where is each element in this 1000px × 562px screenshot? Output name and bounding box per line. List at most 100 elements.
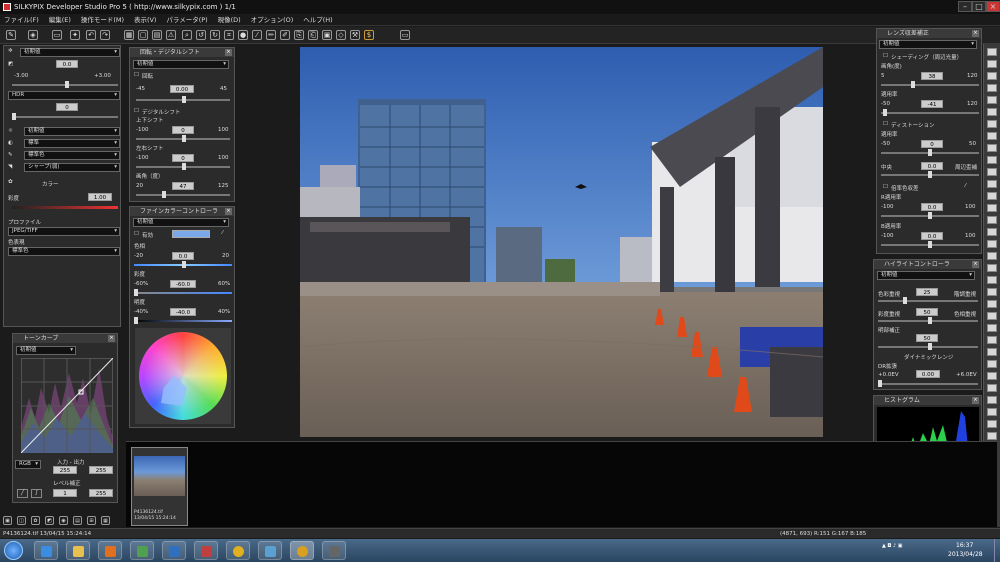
batch-icon[interactable]: ◇ — [336, 30, 346, 40]
warning-icon[interactable]: ⚠ — [166, 30, 176, 40]
saturation-value[interactable]: 1.00 — [88, 193, 112, 201]
strip-g-icon[interactable] — [987, 120, 997, 128]
tool-icon[interactable]: ⚒ — [350, 30, 360, 40]
strip-s-icon[interactable] — [987, 264, 997, 272]
hl-dark-value[interactable]: 50 — [916, 334, 938, 342]
strip-m-icon[interactable] — [987, 192, 997, 200]
crop-icon[interactable]: ⌗ — [224, 30, 234, 40]
zoom-icon[interactable]: ⌕ — [182, 30, 192, 40]
hl-color-value[interactable]: 25 — [916, 288, 938, 296]
dropper-icon[interactable]: ⁄ — [252, 30, 262, 40]
fine-dropper-icon[interactable]: ⁄ — [222, 230, 223, 236]
strip-ad-icon[interactable] — [987, 396, 997, 404]
redo-icon[interactable]: ↷ — [100, 30, 110, 40]
undo-icon[interactable]: ↶ — [86, 30, 96, 40]
rotate-left-icon[interactable]: ↺ — [196, 30, 206, 40]
maximize-button[interactable]: □ — [972, 1, 986, 12]
stamp-icon[interactable]: ✦ — [70, 30, 80, 40]
menu-file[interactable]: ファイル(F) — [0, 14, 43, 26]
taskbar-media[interactable] — [98, 541, 122, 560]
taskbar-explorer[interactable] — [66, 541, 90, 560]
wb-select[interactable]: 初期値 — [24, 127, 120, 136]
paste-icon[interactable]: ⎗ — [308, 30, 318, 40]
fine-color-preset[interactable]: 初期値 — [133, 218, 229, 227]
panel-close-icon[interactable]: × — [225, 49, 232, 56]
rotate-checkbox[interactable]: ☐ — [134, 72, 139, 78]
ud-shift-value[interactable]: 0 — [172, 126, 194, 134]
level-high-value[interactable]: 255 — [89, 489, 113, 497]
minimize-button[interactable]: – — [958, 1, 972, 12]
strip-r-icon[interactable] — [987, 252, 997, 260]
tone-channel-select[interactable]: RGB — [15, 460, 41, 469]
fullscreen-icon[interactable]: ▭ — [400, 30, 410, 40]
taskbar-ie[interactable] — [34, 541, 58, 560]
hl-dark-slider[interactable] — [878, 343, 978, 350]
menu-parameter[interactable]: パラメータ(P) — [162, 14, 211, 26]
strip-a-icon[interactable] — [987, 48, 997, 56]
fine-bri-value[interactable]: -40.0 — [170, 308, 196, 316]
taskbar-monitor[interactable] — [162, 541, 186, 560]
spot-icon[interactable]: ● — [238, 30, 248, 40]
curve-line-icon[interactable]: ╱ — [17, 489, 28, 498]
shading-checkbox[interactable]: ☐ — [883, 53, 888, 59]
angle-value[interactable]: 47 — [172, 182, 194, 190]
develop-icon[interactable]: $ — [364, 30, 374, 40]
panel-close-icon[interactable]: × — [972, 261, 979, 268]
hue-slider[interactable] — [134, 261, 232, 268]
strip-h-icon[interactable] — [987, 132, 997, 140]
menu-mode[interactable]: 操作モード(M) — [77, 14, 128, 26]
taskbar-photo[interactable] — [194, 541, 218, 560]
rotate-preset[interactable]: 初期値 — [133, 60, 229, 69]
open-folder-icon[interactable]: ▭ — [52, 30, 62, 40]
clock-date[interactable]: 2013/04/28 — [948, 551, 983, 558]
panel-close-icon[interactable]: × — [108, 335, 115, 342]
menu-option[interactable]: オプション(O) — [247, 14, 298, 26]
strip-ae-icon[interactable] — [987, 408, 997, 416]
strip-j-icon[interactable] — [987, 156, 997, 164]
panel-close-icon[interactable]: × — [972, 30, 979, 37]
strip-e-icon[interactable] — [987, 96, 997, 104]
dr-value[interactable]: 0.00 — [916, 370, 940, 378]
strip-o-icon[interactable] — [987, 216, 997, 224]
menu-help[interactable]: ヘルプ(H) — [299, 14, 336, 26]
tone-output-value[interactable]: 255 — [89, 466, 113, 474]
profile-select[interactable]: JPEG/TIFF — [8, 227, 120, 236]
hdr-select[interactable]: HDR — [8, 91, 120, 100]
lr-shift-slider[interactable] — [136, 163, 230, 170]
exposure-value[interactable]: 0.0 — [56, 60, 78, 68]
angle-slider[interactable] — [136, 191, 230, 198]
tone-input-value[interactable]: 255 — [53, 466, 77, 474]
panel-c-icon[interactable]: ✿ — [31, 516, 40, 525]
strip-aa-icon[interactable] — [987, 360, 997, 368]
taskbar-recycle[interactable] — [130, 541, 154, 560]
panel-f-icon[interactable]: ▤ — [73, 516, 82, 525]
strip-t-icon[interactable] — [987, 276, 997, 284]
strip-z-icon[interactable] — [987, 348, 997, 356]
tone-curve-preset[interactable]: 初期値 — [16, 346, 76, 355]
panel-close-icon[interactable]: × — [225, 208, 232, 215]
tone-select[interactable]: 標準 — [24, 139, 120, 148]
tray-icons[interactable]: ▲ ◘ ♪ ▣ — [882, 543, 902, 549]
strip-ag-icon[interactable] — [987, 432, 997, 440]
strip-n-icon[interactable] — [987, 204, 997, 212]
brush-icon[interactable]: ✐ — [280, 30, 290, 40]
strip-q-icon[interactable] — [987, 240, 997, 248]
fine-sat-slider[interactable] — [134, 289, 232, 296]
distortion-center-slider[interactable] — [881, 171, 979, 178]
main-preview-image[interactable] — [300, 47, 823, 437]
ca-b-slider[interactable] — [881, 241, 979, 248]
strip-u-icon[interactable] — [987, 288, 997, 296]
dr-slider[interactable] — [878, 380, 978, 387]
shading-rate-value[interactable]: -41 — [921, 100, 943, 108]
menu-view[interactable]: 表示(V) — [130, 14, 161, 26]
taskbar-silkypix[interactable] — [290, 541, 314, 560]
ca-checkbox[interactable]: ☐ — [883, 184, 888, 190]
strip-ac-icon[interactable] — [987, 384, 997, 392]
ca-b-value[interactable]: 0.0 — [921, 232, 943, 240]
shift-checkbox[interactable]: ☐ — [134, 108, 139, 114]
save-icon[interactable]: ▣ — [322, 30, 332, 40]
exposure-slider[interactable] — [12, 81, 118, 88]
ud-shift-slider[interactable] — [136, 135, 230, 142]
panel-d-icon[interactable]: ◩ — [45, 516, 54, 525]
clock-time[interactable]: 16:37 — [956, 542, 973, 549]
